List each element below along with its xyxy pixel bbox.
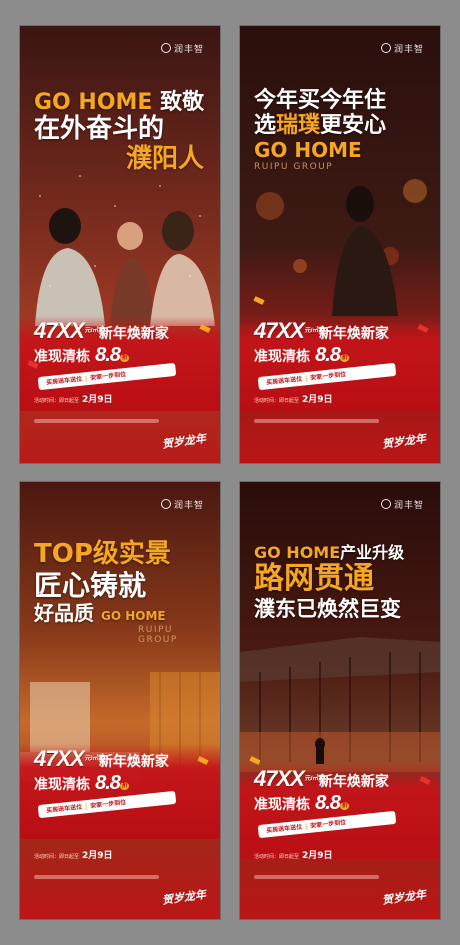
ribbon-text-2: 安家一步到位 (309, 371, 347, 382)
go-home-text: GO HOME (100, 609, 166, 624)
headline: GO HOME 致敬 在外奋斗的 濮阳人 (34, 90, 210, 175)
headline-line-1: 今年买今年住 (254, 88, 387, 113)
ribbon-text-2: 安家一步到位 (89, 371, 127, 382)
headline-line-2: 匠心铸就 (34, 568, 147, 602)
brand-logo: 润丰智 (381, 42, 424, 55)
event-label: 活动时间：即日起至 (254, 398, 300, 404)
brand-logo: 润丰智 (381, 498, 424, 511)
promo-price-row: 47XX元/㎡起 新年焕新家 (34, 318, 169, 344)
price-unit: 元/㎡起 (84, 328, 105, 334)
headline-line-1: TOP级实景 (34, 539, 171, 569)
price-number: 47XX元/㎡起 (34, 746, 105, 771)
headline-line-2: 路网贯通 (254, 561, 374, 597)
promo-title: 新年焕新家 (318, 326, 389, 342)
promo-subtitle: 准现清栋 (254, 797, 310, 813)
ribbon-text-2: 安家一步到位 (89, 799, 127, 810)
event-date: 活动时间：即日起至 2月9日 (254, 848, 333, 861)
promo-discount-row: 准现清栋 8.8 折 (254, 792, 349, 815)
discount-value: 8.8 折 (95, 772, 129, 794)
brand-logo: 润丰智 (161, 42, 204, 55)
event-date-value: 2月9日 (82, 851, 113, 861)
event-date-value: 2月9日 (82, 395, 113, 405)
headline: TOP级实景 匠心铸就 好品质 GO HOME RUIPU GROUP (34, 539, 210, 646)
discount-value: 8.8 折 (95, 344, 129, 366)
promo-discount-row: 准现清栋 8.8 折 (34, 772, 129, 795)
promo-title: 新年焕新家 (318, 774, 389, 790)
brand-name: 瑞璞 (276, 113, 321, 139)
blurred-footer-text (34, 875, 159, 879)
headline-line-3: 好品质 GO HOME (34, 601, 166, 626)
poster-buy-this-year: 润丰智 今年买今年住 选瑞璞更安心 GO HOME RUIPU GROUP 47… (240, 26, 440, 463)
promo-price-row: 47XX元/㎡起 新年焕新家 (254, 766, 389, 792)
promo-subtitle: 准现清栋 (254, 349, 310, 365)
headline: GO HOME产业升级 路网贯通 濮东已焕然巨变 (254, 543, 430, 621)
poster-road-network: 润丰智 GO HOME产业升级 路网贯通 濮东已焕然巨变 47XX元/㎡起 新年… (240, 482, 440, 919)
promo-subtitle: 准现清栋 (34, 777, 90, 793)
discount-unit: 折 (339, 354, 349, 362)
promo-title: 新年焕新家 (98, 754, 169, 770)
event-label: 活动时间：即日起至 (34, 854, 80, 860)
group-tag: RUIPU GROUP (138, 625, 178, 646)
discount-unit: 折 (119, 354, 129, 362)
event-label: 活动时间：即日起至 (34, 398, 80, 404)
blurred-footer-text (34, 419, 159, 423)
ribbon-text-1: 买房送车送位 (45, 375, 83, 387)
event-date-value: 2月9日 (302, 395, 333, 405)
poster-go-home-tribute: 润丰智 GO HOME 致敬 在外奋斗的 濮阳人 47XX元/㎡起 新年焕新家 … (20, 26, 220, 463)
event-date-value: 2月9日 (302, 851, 333, 861)
headline-line-3: 濮东已焕然巨变 (254, 596, 401, 621)
ribbon-text-1: 买房送车送位 (265, 823, 303, 835)
discount-unit: 折 (339, 802, 349, 810)
price-unit: 元/㎡起 (84, 756, 105, 762)
headline-line-1: GO HOME 致敬 (34, 90, 210, 115)
promo-discount-row: 准现清栋 8.8 折 (254, 344, 349, 367)
ribbon-text-1: 买房送车送位 (265, 375, 303, 387)
blurred-footer-text (254, 419, 379, 423)
price-number: 47XX元/㎡起 (254, 766, 325, 791)
headline-line-2: 选瑞璞更安心 (254, 113, 387, 139)
headline-text: 致敬 (160, 90, 205, 115)
promo-price-row: 47XX元/㎡起 新年焕新家 (34, 746, 169, 772)
headline-text: 产业升级 (340, 543, 405, 562)
headline-line-1: GO HOME产业升级 (254, 543, 430, 562)
brand-logo: 润丰智 (161, 498, 204, 511)
price-unit: 元/㎡起 (304, 776, 325, 782)
headline-line-3: 濮阳人 (125, 144, 204, 175)
event-date: 活动时间：即日起至 2月9日 (34, 848, 113, 861)
promo-price-row: 47XX元/㎡起 新年焕新家 (254, 318, 389, 344)
go-home-text: GO HOME (34, 90, 153, 115)
price-number: 47XX元/㎡起 (34, 318, 105, 343)
promo-title: 新年焕新家 (98, 326, 169, 342)
go-home-text: GO HOME (254, 137, 362, 162)
price-unit: 元/㎡起 (304, 328, 325, 334)
ribbon-text-2: 安家一步到位 (309, 819, 347, 830)
headline-line-2: 在外奋斗的 (34, 114, 165, 145)
discount-value: 8.8 折 (315, 792, 349, 814)
promo-subtitle: 准现清栋 (34, 349, 90, 365)
headline: 今年买今年住 选瑞璞更安心 GO HOME RUIPU GROUP (254, 88, 430, 172)
go-home-text: GO HOME (254, 543, 341, 562)
poster-top-quality: 润丰智 TOP级实景 匠心铸就 好品质 GO HOME RUIPU GROUP … (20, 482, 220, 919)
event-label: 活动时间：即日起至 (254, 854, 300, 860)
price-number: 47XX元/㎡起 (254, 318, 325, 343)
event-date: 活动时间：即日起至 2月9日 (34, 392, 113, 405)
event-date: 活动时间：即日起至 2月9日 (254, 392, 333, 405)
ribbon-text-1: 买房送车送位 (45, 803, 83, 815)
discount-value: 8.8 折 (315, 344, 349, 366)
group-tag: RUIPU GROUP (254, 161, 334, 172)
promo-discount-row: 准现清栋 8.8 折 (34, 344, 129, 367)
blurred-footer-text (254, 875, 379, 879)
discount-unit: 折 (119, 782, 129, 790)
